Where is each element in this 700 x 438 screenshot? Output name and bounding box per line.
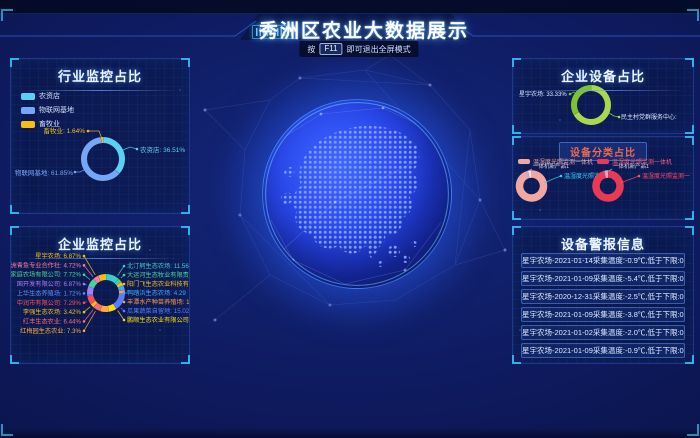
svg-text:阳门飞生态农业科技有限公: 阳门飞生态农业科技有限公 xyxy=(127,280,189,288)
legend-label: 畜牧业 xyxy=(39,119,60,129)
svg-text:红梅园生态农业: 7.3%: 红梅园生态农业: 7.3% xyxy=(20,327,81,335)
legend-item[interactable]: 畜牧业 xyxy=(21,119,74,129)
svg-text:温湿度光照监测一: 温湿度光照监测一 xyxy=(642,172,690,180)
svg-text:大运河生态牧业有限责任公: 大运河生态牧业有限责任公 xyxy=(127,271,189,279)
industry-legend: 农资店 物联网基地 畜牧业 xyxy=(21,91,74,133)
legend-label: 温湿度光照监测一体机 xyxy=(533,157,593,166)
legend-swatch xyxy=(518,159,530,164)
screen-corner-icon xyxy=(1,9,13,21)
alert-row: 星宇农场-2021-01-14采集温度:-0.9℃,低于下限:0℃ xyxy=(521,253,685,268)
legend-label: 农资店 xyxy=(39,91,60,101)
title-divider xyxy=(521,90,685,91)
top-band xyxy=(0,0,700,14)
category-legend-left[interactable]: 温湿度光照监测一体机 xyxy=(518,157,593,166)
hint-prefix: 按 xyxy=(307,44,315,55)
panel-title-alerts: 设备警报信息 xyxy=(513,227,693,253)
svg-text:秀洲青鱼专业合作社: 4.72%: 秀洲青鱼专业合作社: 4.72% xyxy=(11,261,81,269)
legend-label: 温湿度光照监测一体机 xyxy=(612,157,672,166)
svg-text:物联网基地: 61.85%: 物联网基地: 61.85% xyxy=(15,168,73,177)
panel-device-category: 设备分类占比 温湿度光照监测一体机 温湿度光照监测一体机 一体机新产品1温湿度光… xyxy=(512,136,694,220)
panel-title-device-ratio: 企业设备占比 xyxy=(513,59,693,85)
svg-text:家庭农场有限公司: 7.72%: 家庭农场有限公司: 7.72% xyxy=(11,271,81,279)
svg-text:星宇农场: 33.33%: 星宇农场: 33.33% xyxy=(519,90,567,98)
alert-row: 星宇农场-2021-01-02采集温度:-2.0℃,低于下限:0℃ xyxy=(521,325,685,340)
legend-item[interactable]: 农资店 xyxy=(21,91,74,101)
page-title: 秀洲区农业大数据展示 xyxy=(259,16,469,43)
panel-device-ratio: 企业设备占比 星宇农场: 33.33% 民主村党群服务中心: xyxy=(512,58,694,134)
globe-visualization xyxy=(262,99,452,289)
svg-text:鸭踏浜生态农场: 4.29: 鸭踏浜生态农场: 4.29 xyxy=(127,289,186,297)
title-divider xyxy=(19,258,181,259)
legend-swatch xyxy=(597,159,609,164)
panel-industry-monitor: 行业监控占比 农资店 物联网基地 畜牧业 农资店: 36.51% 物联网基地: 6… xyxy=(10,58,190,214)
svg-text:民主村党群服务中心:: 民主村党群服务中心: xyxy=(621,113,677,121)
svg-text:红丰生态农业: 6.44%: 红丰生态农业: 6.44% xyxy=(23,317,82,325)
screen-corner-icon xyxy=(1,424,13,436)
panel-enterprise-monitor: 企业监控占比 星宇农场: 6.87%秀洲青鱼专业合作社: 4.72%家庭农场有限… xyxy=(10,226,190,364)
svg-text:丰潭水产种苗养殖场: 1.: 丰潭水产种苗养殖场: 1. xyxy=(127,298,189,306)
globe-continents xyxy=(263,100,451,288)
svg-text:北汀舸生态农场: 11.56%: 北汀舸生态农场: 11.56% xyxy=(127,262,189,270)
svg-text:鹏顺生态农业有限公司: 6.87%: 鹏顺生态农业有限公司: 6.87% xyxy=(127,316,189,324)
svg-text:国开发有限公司: 6.87%: 国开发有限公司: 6.87% xyxy=(17,280,82,288)
f11-keycap: F11 xyxy=(319,43,342,55)
panel-device-alerts: 设备警报信息 星宇农场-2021-01-14采集温度:-0.9℃,低于下限:0℃… xyxy=(512,226,694,364)
legend-label: 物联网基地 xyxy=(39,105,74,115)
svg-text:李强生态农场: 3.42%: 李强生态农场: 3.42% xyxy=(23,308,82,316)
screen-corner-icon xyxy=(687,9,699,21)
hint-suffix: 即可退出全屏模式 xyxy=(347,44,411,55)
legend-swatch xyxy=(21,107,35,114)
panel-title-enterprise: 企业监控占比 xyxy=(11,227,189,253)
alert-row: 星宇农场-2021-01-09采集温度:-5.4℃,低于下限:0℃ xyxy=(521,271,685,286)
legend-swatch xyxy=(21,121,35,128)
screen-corner-icon xyxy=(687,424,699,436)
svg-text:中润市有限公司: 7.29%: 中润市有限公司: 7.29% xyxy=(17,299,82,307)
alert-row: 星宇农场-2021-01-09采集温度:-3.8℃,低于下限:0℃ xyxy=(521,307,685,322)
alert-row: 星宇农场-2021-01-09采集温度:-0.9℃,低于下限:0℃ xyxy=(521,343,685,358)
bottom-band xyxy=(0,428,700,438)
category-legend-right[interactable]: 温湿度光照监测一体机 xyxy=(597,157,672,166)
svg-text:农资店: 36.51%: 农资店: 36.51% xyxy=(140,145,185,154)
legend-item[interactable]: 物联网基地 xyxy=(21,105,74,115)
svg-text:瓜果蔬菜自留地: 15.02%: 瓜果蔬菜自留地: 15.02% xyxy=(127,307,189,315)
panel-corner-icon xyxy=(685,355,694,364)
svg-text:上华生态养殖场: 1.72%: 上华生态养殖场: 1.72% xyxy=(17,289,82,297)
legend-swatch xyxy=(21,93,35,100)
panel-title-industry: 行业监控占比 xyxy=(11,59,189,85)
dashboard: 秀洲区农业大数据展示 按 F11 即可退出全屏模式 xyxy=(0,0,700,438)
panel-corner-icon xyxy=(512,355,521,364)
alert-row: 星宇农场-2020-12-31采集温度:-2.5℃,低于下限:0℃ xyxy=(521,289,685,304)
